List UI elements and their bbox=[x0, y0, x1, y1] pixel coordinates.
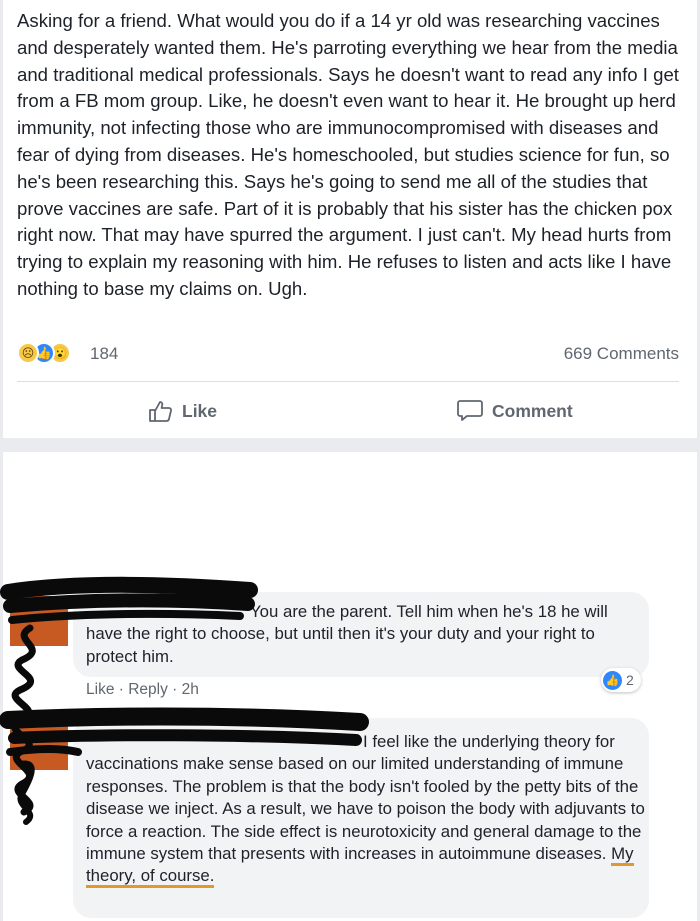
comment-reaction-badge[interactable]: 👍 2 bbox=[601, 668, 641, 692]
comment-body: I feel like the underlying theory for va… bbox=[86, 732, 645, 864]
comment-button-label: Comment bbox=[492, 400, 573, 421]
like-badge-icon: 👍 bbox=[603, 670, 622, 690]
divider bbox=[17, 381, 679, 382]
avatar[interactable] bbox=[10, 596, 68, 646]
like-button-label: Like bbox=[182, 400, 218, 421]
meta-separator: · bbox=[167, 681, 182, 698]
comment-reply-link[interactable]: Reply bbox=[128, 681, 168, 698]
avatar[interactable] bbox=[10, 720, 68, 770]
reactions-row[interactable]: ☹ 👍 😮 184 669 Comments bbox=[17, 342, 679, 368]
section-gap bbox=[0, 438, 700, 452]
sad-reaction-icon: ☹ bbox=[17, 342, 39, 364]
comment-text: You are the parent. Tell him when he's 1… bbox=[86, 601, 646, 668]
comment-reaction-count: 2 bbox=[626, 672, 634, 688]
comment-meta: Like · Reply · 2h bbox=[86, 681, 199, 699]
comment-icon bbox=[457, 400, 483, 421]
comment-text: I feel like the underlying theory for va… bbox=[86, 731, 646, 889]
reaction-count[interactable]: 184 bbox=[90, 344, 118, 364]
meta-separator: · bbox=[114, 681, 129, 698]
comment-button[interactable]: Comment bbox=[456, 396, 573, 426]
comment-like-link[interactable]: Like bbox=[86, 681, 114, 698]
comments-count-link[interactable]: 669 Comments bbox=[564, 344, 679, 364]
post-text: Asking for a friend. What would you do i… bbox=[17, 10, 679, 299]
thumbs-up-icon bbox=[149, 401, 172, 422]
like-button[interactable]: Like bbox=[148, 396, 217, 426]
reaction-icons[interactable]: ☹ 👍 😮 bbox=[17, 342, 71, 364]
comment-body: You are the parent. Tell him when he's 1… bbox=[86, 602, 608, 666]
comment-timestamp[interactable]: 2h bbox=[182, 681, 199, 698]
